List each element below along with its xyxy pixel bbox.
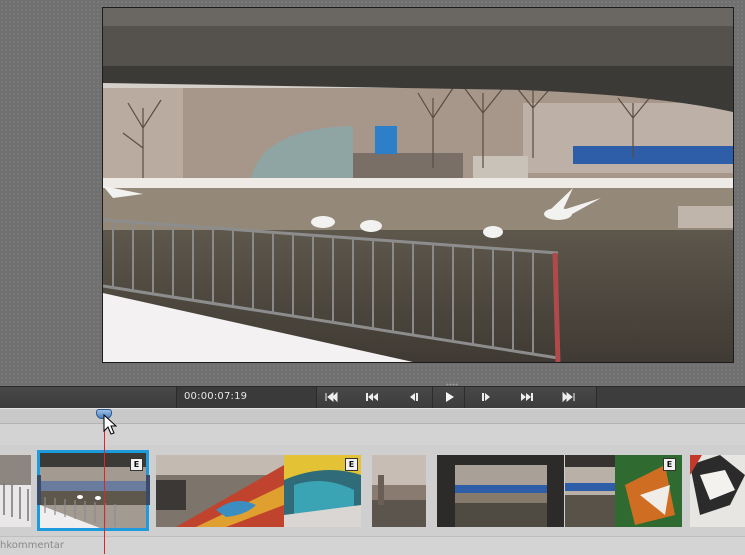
effect-badge: E	[130, 458, 143, 471]
clip-thumbnail	[690, 455, 745, 527]
preview-frame-image	[103, 8, 733, 362]
trim-handle-right[interactable]	[146, 475, 150, 505]
skip-back-icon	[366, 393, 378, 401]
divider	[432, 387, 433, 409]
timeline-clip[interactable]	[690, 455, 745, 527]
effect-badge: E	[663, 458, 676, 471]
clip-thumbnail	[372, 455, 426, 527]
go-to-in-icon	[325, 391, 338, 403]
preview-monitor	[102, 7, 734, 363]
go-to-in-button[interactable]	[320, 388, 342, 406]
play-icon	[446, 392, 454, 402]
step-forward-button[interactable]	[476, 388, 498, 406]
clip-thumbnail	[437, 455, 564, 527]
clip-thumbnail	[156, 455, 284, 527]
transport-right-panel	[596, 387, 745, 409]
play-button[interactable]	[438, 388, 460, 406]
trim-handle-left[interactable]	[37, 475, 41, 505]
go-to-out-icon	[562, 391, 575, 403]
effect-badge: E	[345, 458, 358, 471]
next-edit-button[interactable]	[516, 388, 538, 406]
step-back-button[interactable]	[402, 388, 424, 406]
previous-edit-button[interactable]	[361, 388, 383, 406]
track-label: hkommentar	[0, 540, 65, 551]
go-to-out-button[interactable]	[558, 388, 580, 406]
mouse-pointer-icon	[103, 414, 117, 435]
timeline-clip[interactable]	[156, 455, 284, 527]
playhead-line	[104, 418, 105, 554]
current-timecode[interactable]: 00:00:07:19	[184, 391, 247, 402]
step-forward-icon	[482, 393, 490, 401]
step-back-icon	[410, 393, 418, 401]
skip-forward-icon	[521, 393, 533, 401]
divider	[464, 387, 465, 409]
timeline-clip[interactable]	[372, 455, 426, 527]
timeline-clip[interactable]	[0, 455, 31, 527]
track-label-strip	[0, 536, 745, 555]
timeline-clip[interactable]	[437, 455, 564, 527]
clip-thumbnail	[0, 455, 31, 527]
